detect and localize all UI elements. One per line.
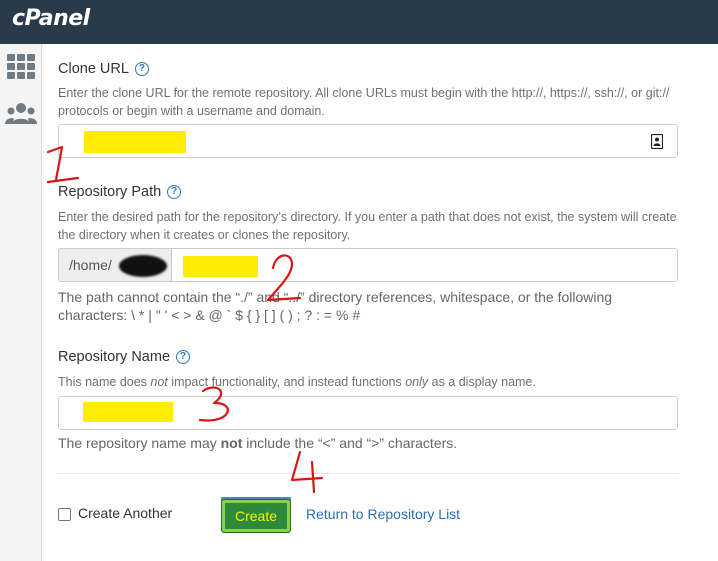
clone-url-input[interactable] xyxy=(58,124,678,158)
highlight-mark xyxy=(183,256,258,277)
help-icon[interactable]: ? xyxy=(167,185,182,199)
redaction-blot xyxy=(119,255,167,277)
path-prefix-addon: /home/ xyxy=(58,248,172,282)
create-another-checkbox[interactable] xyxy=(58,508,71,521)
clone-url-label: Clone URL ? xyxy=(58,61,149,77)
help-icon[interactable]: ? xyxy=(176,350,191,364)
repository-path-description: Enter the desired path for the repositor… xyxy=(58,210,677,242)
highlight-mark xyxy=(83,402,173,422)
divider xyxy=(58,473,678,474)
repository-name-label: Repository Name ? xyxy=(58,349,191,365)
top-bar: cPanel xyxy=(0,0,718,44)
cpanel-logo[interactable]: cPanel xyxy=(12,6,90,31)
repository-path-input[interactable] xyxy=(171,248,678,282)
create-button[interactable]: Create xyxy=(221,499,291,533)
create-another-label[interactable]: Create Another xyxy=(78,505,172,521)
contact-card-icon[interactable] xyxy=(651,134,663,149)
repository-name-input[interactable] xyxy=(58,396,678,430)
help-icon[interactable]: ? xyxy=(134,62,149,76)
sidebar xyxy=(0,44,42,561)
repository-name-note: The repository name may not include the … xyxy=(58,435,458,451)
return-to-repository-list-link[interactable]: Return to Repository List xyxy=(306,506,460,522)
annotation-number-4 xyxy=(290,450,324,494)
clone-url-description: Enter the clone URL for the remote repos… xyxy=(58,86,670,118)
repository-path-note: The path cannot contain the “./” and “..… xyxy=(58,289,613,323)
repository-path-label: Repository Path ? xyxy=(58,184,182,200)
highlight-mark xyxy=(84,131,186,153)
users-icon[interactable] xyxy=(5,100,37,130)
repository-name-description: This name does not impact functionality,… xyxy=(58,375,536,389)
grid-apps-icon[interactable] xyxy=(5,52,37,82)
